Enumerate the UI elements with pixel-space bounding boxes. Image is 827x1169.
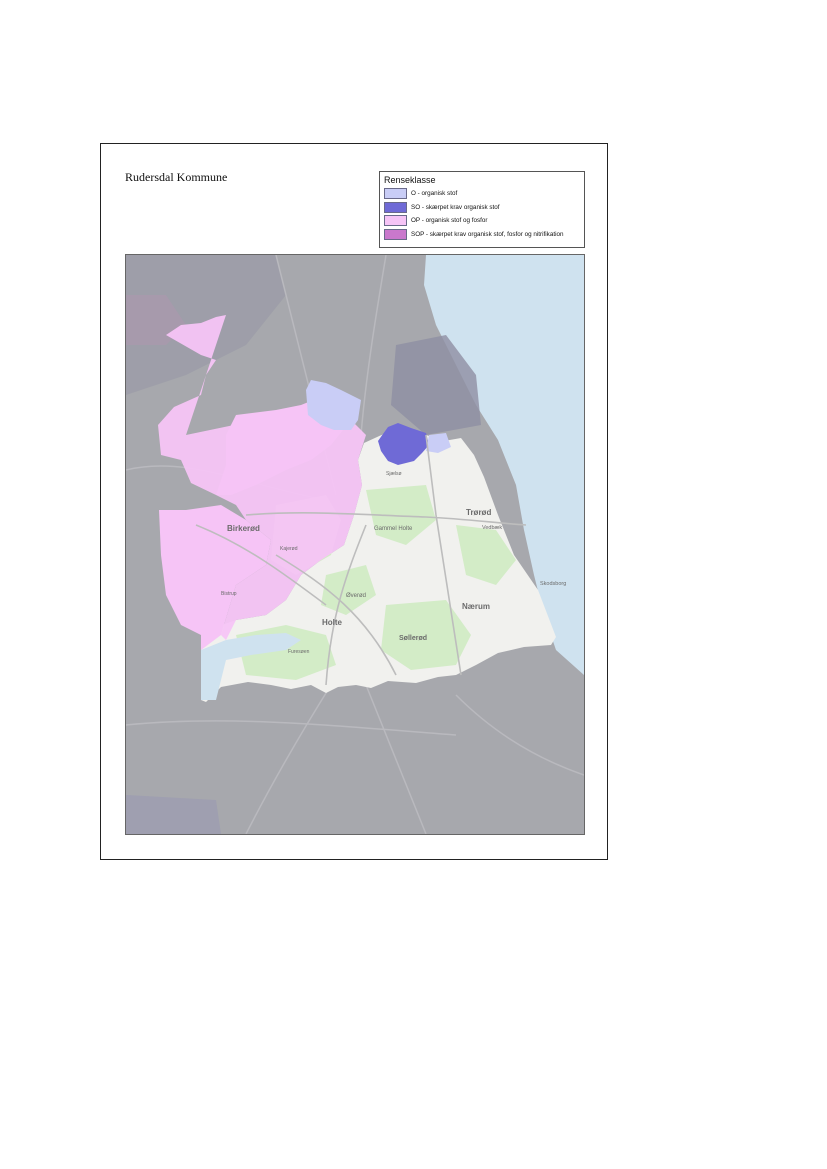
legend-item-op: OP - organisk stof og fosfor bbox=[384, 214, 580, 228]
legend-label-o: O - organisk stof bbox=[411, 190, 458, 198]
map-title: Rudersdal Kommune bbox=[125, 170, 228, 184]
legend-swatch-sop bbox=[384, 228, 407, 240]
legend-swatch-op bbox=[384, 215, 407, 227]
map-canvas[interactable]: Birkerød Holte Trørød Nærum Søllerød Gam… bbox=[125, 254, 585, 835]
legend-label-sop: SOP - skærpet krav organisk stof, fosfor… bbox=[411, 230, 564, 238]
label-sollerod: Søllerød bbox=[399, 635, 427, 642]
label-naerum: Nærum bbox=[462, 602, 490, 611]
map-svg: Birkerød Holte Trørød Nærum Søllerød Gam… bbox=[126, 255, 584, 834]
label-furesoen: Furesøen bbox=[288, 649, 310, 655]
neighbour-zone-sw bbox=[126, 795, 221, 834]
label-trorod: Trørød bbox=[466, 508, 491, 517]
legend-label-so: SO - skærpet krav organisk stof bbox=[411, 203, 500, 211]
label-birkerod: Birkerød bbox=[227, 524, 260, 533]
legend-title: Renseklasse bbox=[384, 175, 436, 185]
label-skodsborg: Skodsborg bbox=[540, 581, 566, 587]
legend-item-o: O - organisk stof bbox=[384, 187, 580, 201]
legend-swatch-so bbox=[384, 201, 407, 213]
label-holte: Holte bbox=[322, 618, 343, 627]
map-frame: Rudersdal Kommune Renseklasse O - organi… bbox=[100, 143, 608, 860]
label-kajerod: Kajerød bbox=[280, 546, 298, 552]
legend: Renseklasse O - organisk stof SO - skærp… bbox=[379, 171, 585, 248]
legend-swatch-o bbox=[384, 188, 407, 200]
label-vedbaek: Vedbæk bbox=[482, 525, 502, 531]
label-gammel-holte: Gammel Holte bbox=[374, 526, 413, 532]
legend-item-sop: SOP - skærpet krav organisk stof, fosfor… bbox=[384, 228, 580, 242]
label-overod: Øverød bbox=[346, 593, 366, 599]
label-bistrup: Bistrup bbox=[221, 591, 237, 597]
label-sjaelso: Sjælsø bbox=[386, 471, 402, 477]
legend-item-so: SO - skærpet krav organisk stof bbox=[384, 201, 580, 215]
legend-label-op: OP - organisk stof og fosfor bbox=[411, 217, 488, 225]
